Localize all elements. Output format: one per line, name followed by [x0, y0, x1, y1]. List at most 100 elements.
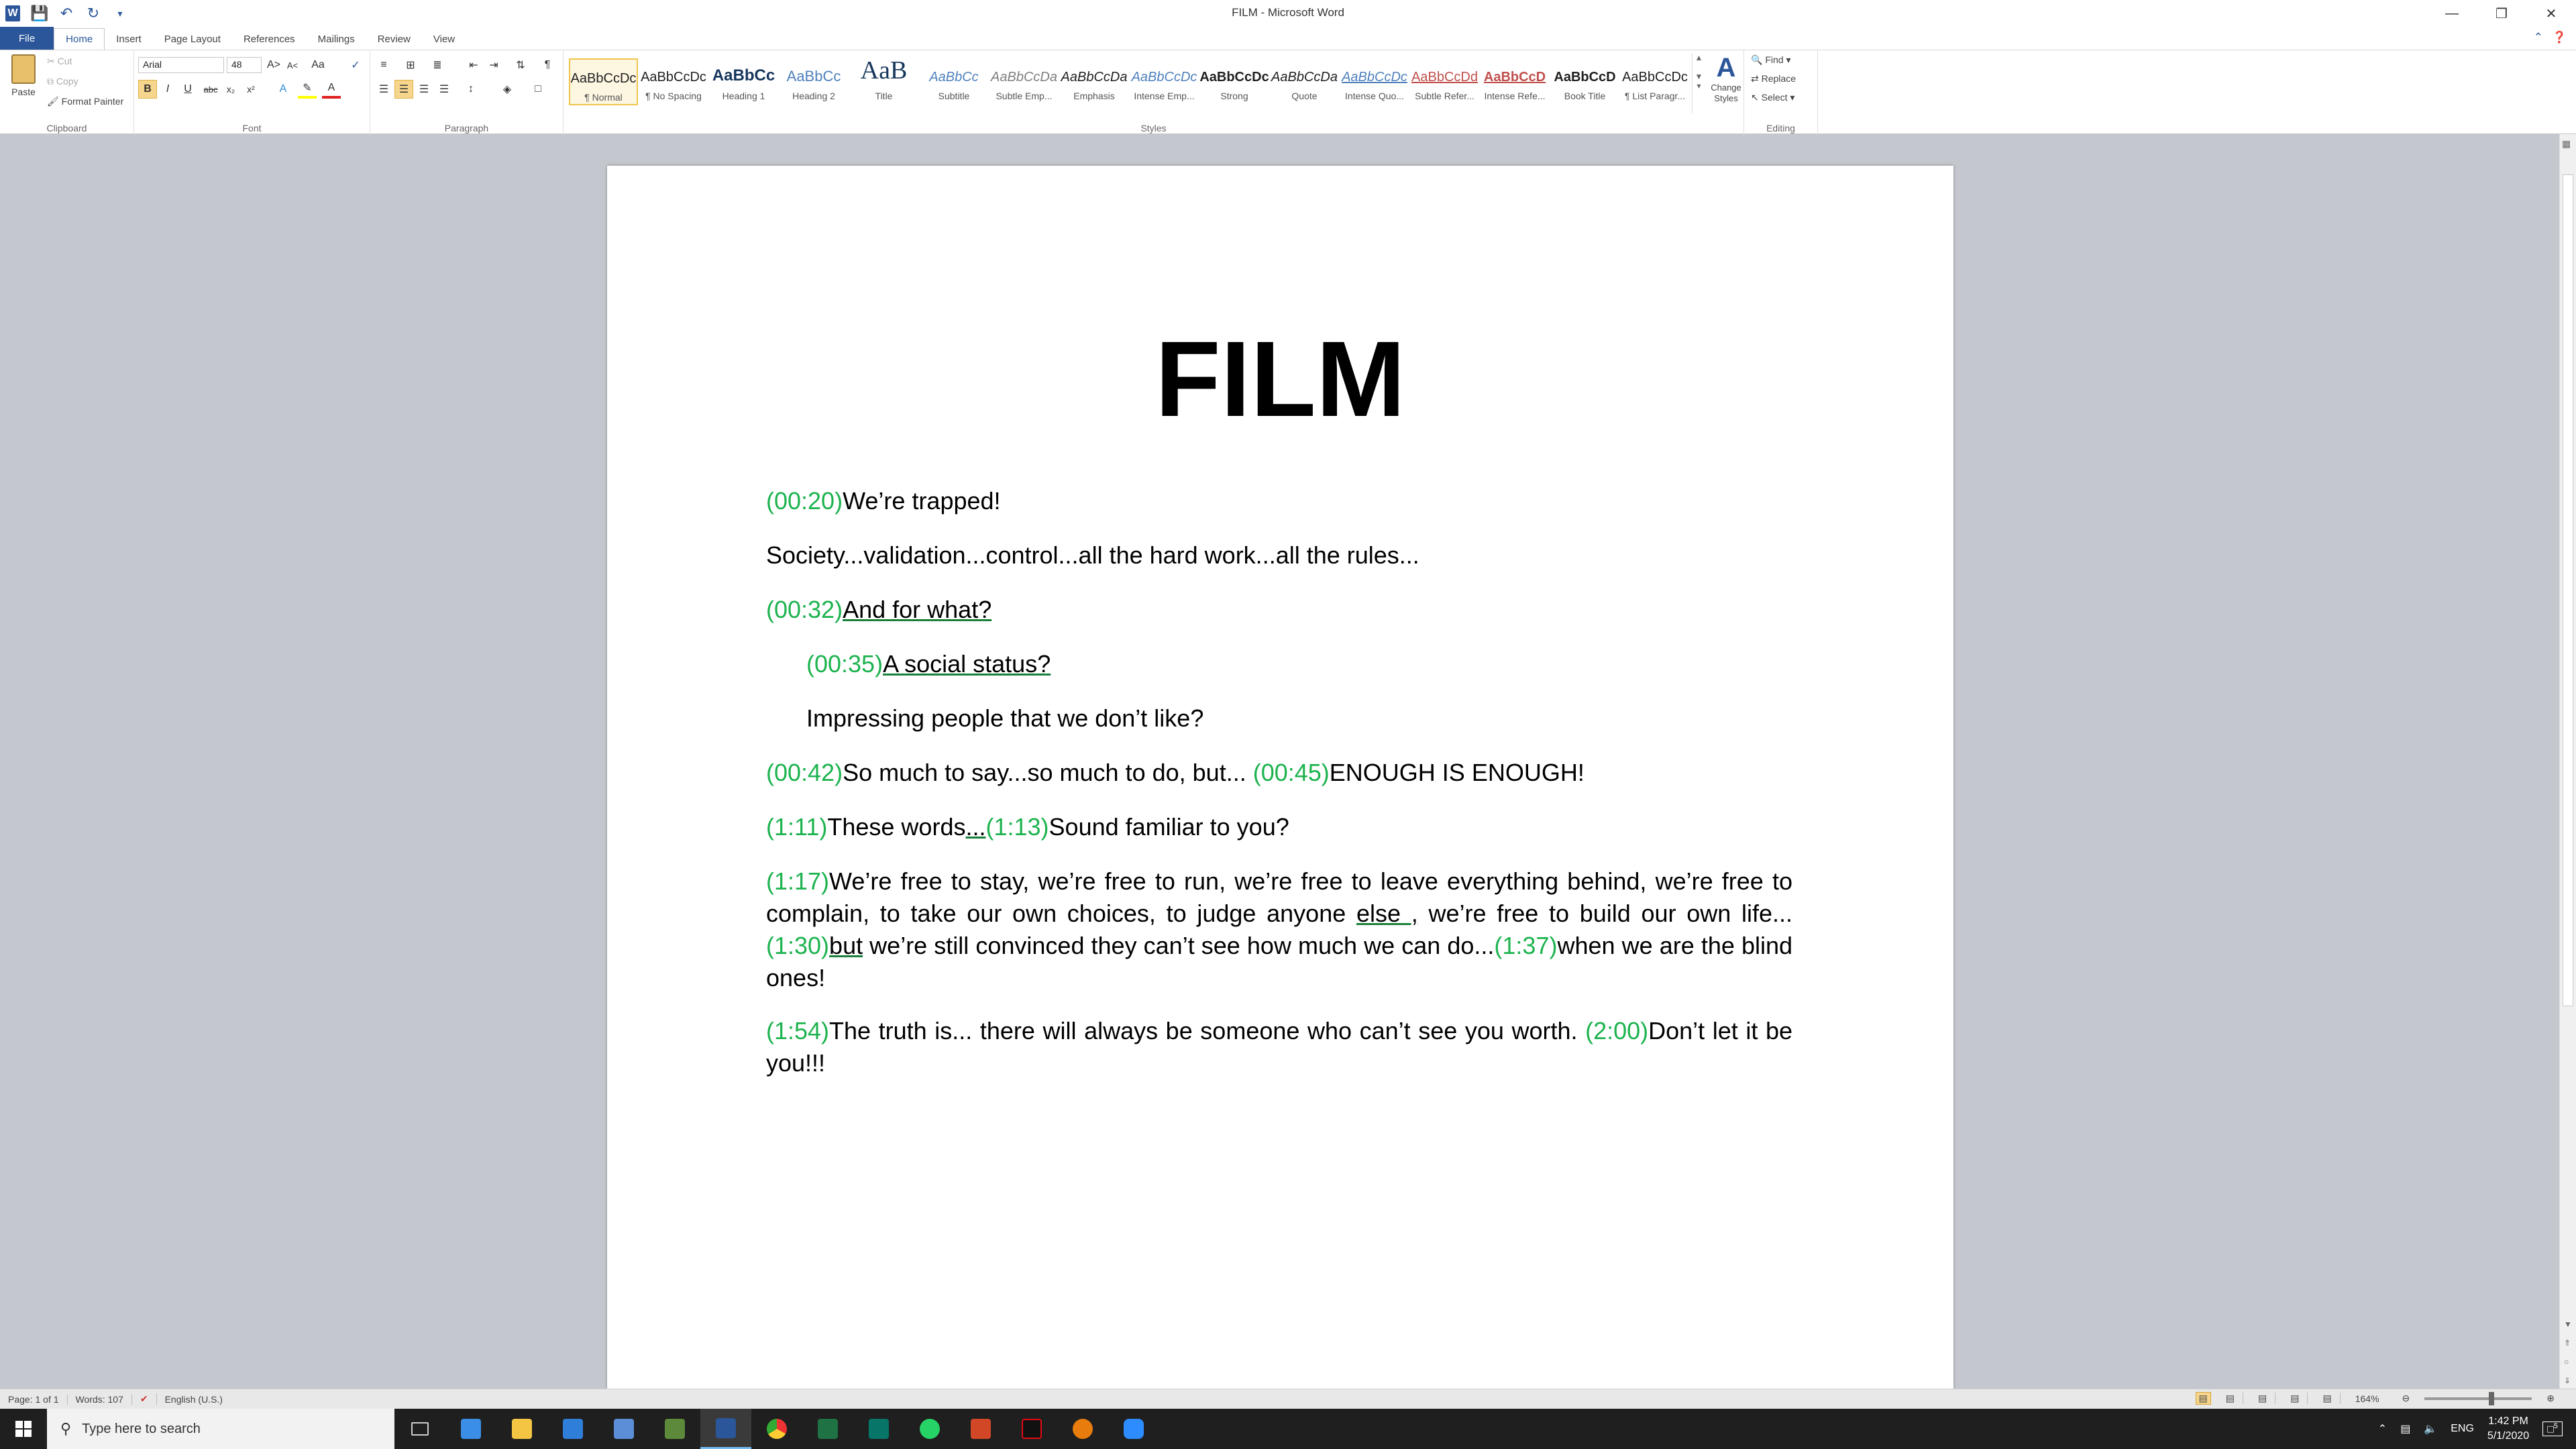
full-screen-icon[interactable]: ▤: [2218, 1393, 2244, 1404]
task-view-icon[interactable]: [394, 1409, 445, 1449]
replace-button[interactable]: ⇄ Replace: [1751, 73, 1796, 85]
style-quote[interactable]: AaBbCcDa Quote: [1270, 58, 1339, 105]
zoom-icon[interactable]: [1108, 1409, 1159, 1449]
highlight-icon[interactable]: ✎: [298, 80, 317, 99]
save-icon[interactable]: 💾: [30, 3, 50, 23]
help-icon[interactable]: ❓: [2553, 31, 2567, 44]
style-heading-2[interactable]: AaBbCc Heading 2: [780, 58, 849, 105]
print-layout-icon[interactable]: ▤: [2195, 1392, 2211, 1405]
italic-button[interactable]: I: [158, 80, 177, 99]
sort-icon[interactable]: ⇅: [511, 56, 530, 74]
clear-formatting-icon[interactable]: ✓: [346, 56, 365, 74]
vertical-scrollbar[interactable]: ▦ ▼ ⇑ ○ ⇓: [2559, 134, 2576, 1389]
style-emphasis[interactable]: AaBbCcDa Emphasis: [1060, 58, 1129, 105]
notification-icon[interactable]: □5: [2542, 1421, 2563, 1437]
paragraph-1[interactable]: (00:20)We’re trapped!: [766, 485, 1792, 517]
multilevel-list-icon[interactable]: ≣: [428, 56, 447, 74]
zoom-level[interactable]: 164%: [2347, 1393, 2387, 1404]
netflix-icon[interactable]: [1006, 1409, 1057, 1449]
zoom-slider[interactable]: [2424, 1391, 2532, 1405]
style-intense-emp[interactable]: AaBbCcDc Intense Emp...: [1130, 58, 1199, 105]
file-explorer-icon[interactable]: [496, 1409, 547, 1449]
cut-button[interactable]: ✂ Cut: [47, 56, 72, 67]
change-case-icon[interactable]: Aa: [309, 56, 327, 74]
decrease-indent-icon[interactable]: ⇤: [464, 56, 483, 74]
font-name-box[interactable]: Arial: [138, 57, 224, 73]
tab-references[interactable]: References: [232, 28, 307, 50]
taskbar-search[interactable]: ⚲ Type here to search: [47, 1409, 394, 1449]
restore-button[interactable]: ❐: [2477, 0, 2526, 27]
ruler-toggle-icon[interactable]: ▦: [2562, 138, 2571, 150]
style-subtle-emp[interactable]: AaBbCcDa Subtle Emp...: [989, 58, 1059, 105]
zoom-in-icon[interactable]: ⊕: [2538, 1393, 2563, 1404]
publisher-icon[interactable]: [853, 1409, 904, 1449]
word-count[interactable]: Words: 107: [68, 1393, 132, 1405]
paragraph-5[interactable]: Impressing people that we don’t like?: [806, 702, 1833, 735]
align-center-icon[interactable]: ☰: [394, 80, 413, 99]
change-styles-button[interactable]: A Change Styles: [1708, 53, 1744, 104]
redo-icon[interactable]: ↻: [83, 3, 103, 23]
document-page[interactable]: FILM (00:20)We’re trapped! Society...val…: [607, 166, 1953, 1389]
shading-icon[interactable]: ◈: [498, 80, 517, 99]
undo-icon[interactable]: ↶: [56, 3, 76, 23]
customize-qat-icon[interactable]: ▾: [110, 3, 130, 23]
font-size-box[interactable]: 48: [227, 57, 262, 73]
proofing-icon[interactable]: ✔: [132, 1393, 157, 1405]
shrink-font-icon[interactable]: A˂: [283, 56, 302, 74]
word-taskbar-icon[interactable]: [700, 1409, 751, 1449]
outline-icon[interactable]: ▤: [2282, 1393, 2308, 1404]
style-book-title[interactable]: AaBbCcD Book Title: [1550, 58, 1619, 105]
minimize-button[interactable]: —: [2427, 0, 2477, 27]
copy-button[interactable]: ⧉ Copy: [47, 76, 78, 87]
text-effects-icon[interactable]: A: [274, 80, 292, 99]
mail-icon[interactable]: [547, 1409, 598, 1449]
align-left-icon[interactable]: ☰: [374, 80, 393, 99]
tab-view[interactable]: View: [422, 28, 466, 50]
paragraph-7[interactable]: (1:11)These words...(1:13)Sound familiar…: [766, 811, 1792, 843]
tab-file[interactable]: File: [0, 27, 54, 50]
borders-icon[interactable]: □: [529, 80, 547, 99]
format-painter-button[interactable]: 🖌 Format Painter: [47, 96, 123, 107]
show-marks-icon[interactable]: ¶: [538, 56, 557, 74]
grow-font-icon[interactable]: A˃: [264, 56, 283, 74]
browse-object-icons[interactable]: ▼ ⇑ ○ ⇓: [2564, 1315, 2572, 1390]
powerpoint-icon[interactable]: [955, 1409, 1006, 1449]
paragraph-8[interactable]: (1:17)We’re free to stay, we’re free to …: [766, 865, 1792, 994]
style-heading-1[interactable]: AaBbCc Heading 1: [709, 58, 778, 105]
paragraph-9[interactable]: (1:54)The truth is... there will always …: [766, 1015, 1792, 1079]
language-indicator[interactable]: ENG: [2451, 1423, 2474, 1435]
chrome-icon[interactable]: [751, 1409, 802, 1449]
line-spacing-icon[interactable]: ↕: [462, 80, 480, 99]
style-normal[interactable]: AaBbCcDc ¶ Normal: [569, 58, 638, 105]
style-intense-quo[interactable]: AaBbCcDc Intense Quo...: [1340, 58, 1409, 105]
superscript-button[interactable]: x²: [241, 80, 260, 99]
tab-page-layout[interactable]: Page Layout: [153, 28, 232, 50]
whatsapp-icon[interactable]: [904, 1409, 955, 1449]
style-title[interactable]: AaB Title: [849, 58, 918, 105]
paragraph-4[interactable]: (00:35)A social status?: [806, 648, 1833, 680]
bullets-icon[interactable]: ≡: [374, 56, 393, 74]
bluetooth-file-icon[interactable]: [598, 1409, 649, 1449]
increase-indent-icon[interactable]: ⇥: [484, 56, 503, 74]
document-title[interactable]: FILM: [607, 325, 1953, 433]
align-right-icon[interactable]: ☰: [415, 80, 433, 99]
show-hidden-icons-icon[interactable]: ⌃: [2378, 1422, 2387, 1436]
subscript-button[interactable]: x₂: [221, 80, 240, 99]
blender-icon[interactable]: [1057, 1409, 1108, 1449]
bold-button[interactable]: B: [138, 80, 157, 99]
numbering-icon[interactable]: ⊞: [401, 56, 420, 74]
style-no-spacing[interactable]: AaBbCcDc ¶ No Spacing: [639, 58, 708, 105]
zoom-out-icon[interactable]: ⊖: [2394, 1393, 2418, 1404]
minimize-ribbon-icon[interactable]: ⌃: [2534, 31, 2543, 44]
font-color-icon[interactable]: A: [322, 80, 341, 99]
paragraph-3[interactable]: (00:32)And for what?: [766, 594, 1792, 626]
style-subtitle[interactable]: AaBbCc Subtitle: [920, 58, 989, 105]
paragraph-2[interactable]: Society...validation...control...all the…: [766, 539, 1792, 572]
styles-scroll[interactable]: ▲ ▼ ▾: [1692, 53, 1705, 113]
tab-mailings[interactable]: Mailings: [307, 28, 366, 50]
scrollbar-thumb[interactable]: [2563, 174, 2573, 1006]
tab-review[interactable]: Review: [366, 28, 422, 50]
strikethrough-button[interactable]: abc: [201, 80, 220, 99]
close-button[interactable]: ✕: [2526, 0, 2576, 27]
paste-button[interactable]: Paste: [7, 54, 40, 108]
